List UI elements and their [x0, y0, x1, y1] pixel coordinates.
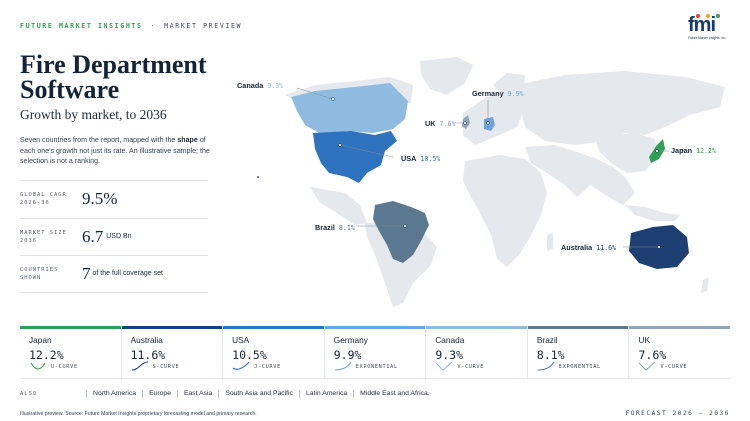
card-accent-bar	[121, 326, 223, 329]
card-accent-bar	[527, 326, 629, 329]
map-label-canada: Canada 9.3%	[237, 81, 283, 90]
card-value: 9.3%	[435, 348, 464, 362]
brand-name: FUTURE MARKET INSIGHTS	[20, 22, 143, 30]
world-map: Canada 9.3% Germany 9.9% UK 7.6% USA 10.5% J…	[237, 57, 725, 307]
source-note: Illustrative preview. Source: Future Mar…	[20, 410, 257, 417]
map-label-uk: UK 7.6%	[425, 119, 455, 128]
country-usa[interactable]	[313, 131, 397, 183]
stat-value: 7	[82, 263, 91, 283]
region-link[interactable]: South Asia and Pacific	[218, 390, 299, 398]
top-bar: FUTURE MARKET INSIGHTS · MARKET PREVIEW	[20, 22, 242, 30]
region-link[interactable]: Middle East and Africa.	[353, 390, 436, 398]
logo-subtext: Future Market Insights, Inc.	[688, 36, 727, 40]
stat-value: 9.5%	[82, 189, 118, 209]
card-australia[interactable]: Australia 11.6% S-CURVE	[121, 326, 224, 378]
header-separator: ·	[150, 22, 157, 30]
description: Seven countries from the report, mapped …	[20, 136, 210, 166]
stats-panel: GLOBAL CAGR 2026-36 9.5% MARKET SIZE 2036 …	[20, 180, 208, 293]
stat-label: MARKET SIZE 2036	[20, 229, 67, 244]
card-brazil[interactable]: Brazil 8.1% EXPONENTIAL	[527, 326, 630, 378]
v-curve-icon	[639, 361, 656, 371]
card-uk[interactable]: UK 7.6% V-CURVE	[629, 326, 731, 378]
page-title: Fire Department Software	[20, 50, 207, 104]
also-regions: ALSO North America Europe East Asia Sout…	[20, 390, 730, 398]
card-country: USA	[232, 335, 250, 345]
fmi-logo: fmi Future Market Insights, Inc.	[688, 14, 728, 41]
section-name: MARKET PREVIEW	[164, 22, 243, 30]
map-label-usa: USA 10.5%	[401, 154, 440, 163]
stat-value: 6.7	[82, 226, 104, 246]
exponential-curve-icon	[334, 361, 352, 371]
card-value: 7.6%	[638, 348, 667, 362]
card-shape: S-CURVE	[152, 363, 180, 370]
card-shape: EXPONENTIAL	[355, 363, 398, 370]
card-country: Germany	[333, 335, 368, 345]
region-link[interactable]: East Asia	[176, 390, 218, 398]
s-curve-icon	[131, 361, 148, 371]
card-country: Australia	[130, 335, 163, 345]
stat-unit: USD Bn	[106, 233, 132, 241]
logo-dots	[696, 14, 720, 18]
card-germany[interactable]: Germany 9.9% EXPONENTIAL	[324, 326, 427, 378]
region-link[interactable]: Europe	[142, 390, 177, 398]
country-cards: Japan 12.2% U-CURVE Australia 11.6% S-CU…	[20, 326, 731, 379]
stat-global-cagr: GLOBAL CAGR 2026-36 9.5%	[20, 180, 208, 218]
card-country: UK	[638, 335, 650, 345]
also-label: ALSO	[20, 391, 38, 397]
stat-unit: of the full coverage set	[92, 270, 163, 278]
map-label-japan: Japan 12.2%	[671, 146, 716, 155]
card-usa[interactable]: USA 10.5% J-CURVE	[223, 326, 325, 378]
logo-text: fmi	[688, 14, 716, 36]
card-shape: V-CURVE	[660, 363, 688, 370]
card-shape: V-CURVE	[457, 363, 485, 370]
stat-label: GLOBAL CAGR 2026-36	[20, 192, 67, 207]
v-curve-icon	[435, 361, 453, 371]
card-country: Canada	[435, 335, 465, 345]
page-subtitle: Growth by market, to 2036	[20, 107, 167, 122]
card-accent-bar	[223, 326, 324, 329]
map-marker	[257, 176, 259, 178]
card-japan[interactable]: Japan 12.2% U-CURVE	[20, 326, 122, 378]
j-curve-icon	[232, 361, 250, 370]
card-canada[interactable]: Canada 9.3% V-CURVE	[426, 326, 528, 378]
card-accent-bar	[324, 326, 426, 329]
stat-label: COUNTRIES SHOWN	[20, 266, 59, 281]
card-value: 8.1%	[536, 348, 565, 362]
map-label-australia: Australia 11.6%	[561, 243, 616, 252]
map-label-brazil: Brazil 8.1%	[315, 223, 355, 232]
stat-countries-shown: COUNTRIES SHOWN 7 of the full coverage se…	[20, 255, 208, 293]
card-country: Japan	[29, 335, 52, 345]
stat-market-size: MARKET SIZE 2036 6.7 USD Bn	[20, 217, 208, 256]
card-shape: J-CURVE	[254, 363, 281, 370]
card-accent-bar	[426, 326, 527, 329]
card-shape: EXPONENTIAL	[558, 363, 601, 370]
card-value: 10.5%	[232, 348, 267, 362]
card-accent-bar	[20, 326, 121, 329]
exponential-curve-icon	[537, 361, 555, 371]
region-link[interactable]: Latin America	[298, 390, 353, 398]
card-accent-bar	[629, 326, 731, 329]
footer: Illustrative preview. Source: Future Mar…	[20, 410, 730, 417]
map-label-germany: Germany 9.9%	[472, 89, 524, 98]
card-value: 12.2%	[29, 348, 64, 362]
card-value: 9.9%	[333, 348, 362, 362]
region-link[interactable]: North America	[86, 390, 142, 398]
card-shape: U-CURVE	[51, 363, 78, 370]
card-value: 11.6%	[130, 348, 166, 362]
u-curve-icon	[30, 362, 46, 370]
card-country: Brazil	[536, 335, 558, 345]
forecast-range: FORECAST 2026 – 2036	[625, 410, 730, 417]
